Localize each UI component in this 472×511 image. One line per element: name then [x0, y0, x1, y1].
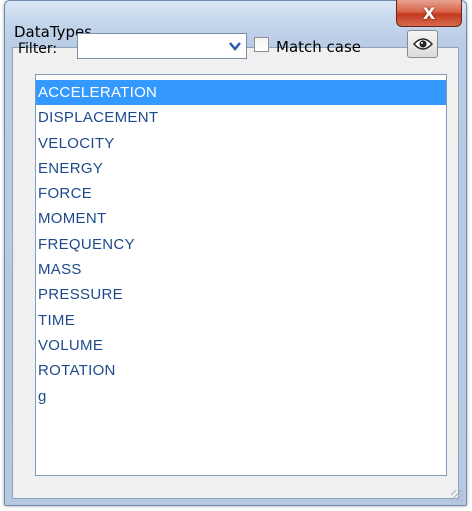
list-item[interactable]: ACCELERATION — [36, 80, 446, 106]
list-item[interactable]: FORCE — [36, 181, 446, 206]
list-item[interactable]: VOLUME — [36, 333, 446, 358]
list-item[interactable]: DISPLACEMENT — [36, 105, 446, 130]
resize-grip[interactable] — [451, 490, 463, 502]
list-item[interactable]: PRESSURE — [36, 282, 446, 307]
list-item[interactable]: g — [36, 384, 446, 409]
close-button[interactable]: X — [396, 0, 462, 27]
list-item[interactable]: FREQUENCY — [36, 232, 446, 257]
list-item[interactable]: VELOCITY — [36, 131, 446, 156]
eye-icon — [412, 38, 433, 50]
match-case-checkbox[interactable] — [254, 37, 269, 52]
list-item[interactable]: ROTATION — [36, 358, 446, 383]
list-item[interactable]: MASS — [36, 257, 446, 282]
list-item[interactable]: ENERGY — [36, 156, 446, 181]
chevron-down-icon[interactable] — [225, 35, 245, 57]
filter-label: Filter: — [18, 41, 58, 57]
list-item[interactable]: TIME — [36, 308, 446, 333]
list-item[interactable]: MOMENT — [36, 206, 446, 231]
filter-combobox[interactable] — [77, 33, 247, 59]
datatypes-listbox[interactable]: ACCELERATION DISPLACEMENT VELOCITY ENERGY FO… — [35, 74, 447, 476]
datatypes-window: DataTypes X Filter: Match case ACCELERAT… — [4, 0, 467, 506]
close-icon: X — [422, 3, 436, 23]
match-case-label: Match case — [276, 38, 362, 56]
eye-button[interactable] — [407, 30, 438, 58]
